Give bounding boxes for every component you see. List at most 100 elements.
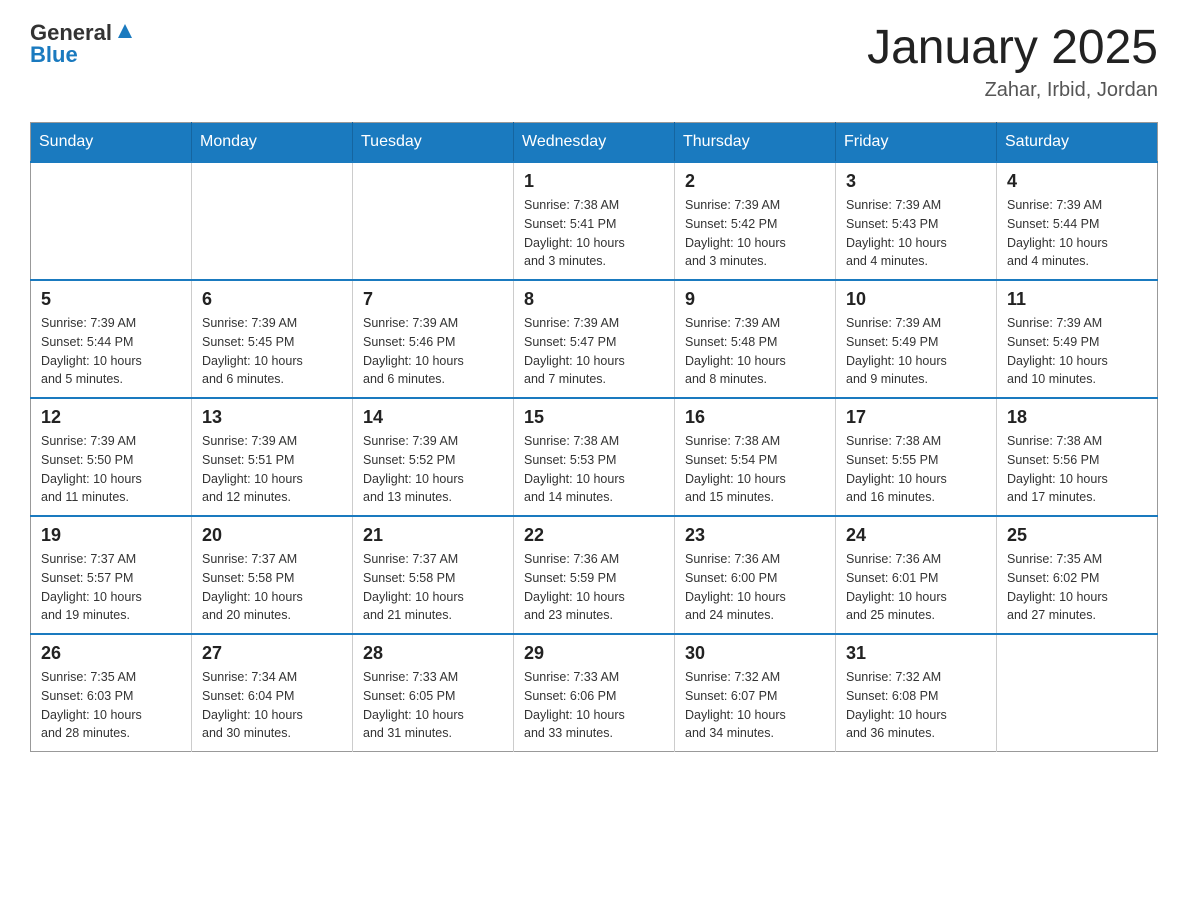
day-cell: 2 Sunrise: 7:39 AM Sunset: 5:42 PM Daylig… [675,162,836,280]
day-cell: 15 Sunrise: 7:38 AM Sunset: 5:53 PM Dayli… [514,398,675,516]
calendar-table: SundayMondayTuesdayWednesdayThursdayFrid… [30,122,1158,752]
day-info: Sunrise: 7:38 AM Sunset: 5:56 PM Dayligh… [1007,432,1147,507]
day-info: Sunrise: 7:39 AM Sunset: 5:45 PM Dayligh… [202,314,342,389]
day-cell: 25Sunrise: 7:35 AM Sunset: 6:02 PM Dayli… [997,516,1158,634]
day-number: 13 [202,407,342,428]
day-number: 23 [685,525,825,546]
day-cell: 29Sunrise: 7:33 AM Sunset: 6:06 PM Dayli… [514,634,675,752]
day-cell: 13 Sunrise: 7:39 AM Sunset: 5:51 PM Dayli… [192,398,353,516]
header-cell-monday: Monday [192,123,353,163]
day-cell: 30Sunrise: 7:32 AM Sunset: 6:07 PM Dayli… [675,634,836,752]
week-row-3: 12 Sunrise: 7:39 AM Sunset: 5:50 PM Dayli… [31,398,1158,516]
day-info: Sunrise: 7:39 AM Sunset: 5:42 PM Dayligh… [685,196,825,271]
logo: General Blue [30,20,136,68]
day-info: Sunrise: 7:38 AM Sunset: 5:54 PM Dayligh… [685,432,825,507]
day-number: 26 [41,643,181,664]
day-cell: 10 Sunrise: 7:39 AM Sunset: 5:49 PM Dayli… [836,280,997,398]
day-number: 12 [41,407,181,428]
page-header: General Blue January 2025 Zahar, Irbid, … [30,20,1158,102]
week-row-1: 1 Sunrise: 7:38 AM Sunset: 5:41 PM Daylig… [31,162,1158,280]
day-cell: 23 Sunrise: 7:36 AM Sunset: 6:00 PM Dayli… [675,516,836,634]
day-info: Sunrise: 7:39 AM Sunset: 5:43 PM Dayligh… [846,196,986,271]
day-cell: 4Sunrise: 7:39 AM Sunset: 5:44 PM Daylig… [997,162,1158,280]
day-info: Sunrise: 7:39 AM Sunset: 5:52 PM Dayligh… [363,432,503,507]
day-info: Sunrise: 7:39 AM Sunset: 5:47 PM Dayligh… [524,314,664,389]
day-cell: 12 Sunrise: 7:39 AM Sunset: 5:50 PM Dayli… [31,398,192,516]
day-info: Sunrise: 7:39 AM Sunset: 5:50 PM Dayligh… [41,432,181,507]
day-number: 27 [202,643,342,664]
header-cell-wednesday: Wednesday [514,123,675,163]
day-number: 3 [846,171,986,192]
day-info: Sunrise: 7:34 AM Sunset: 6:04 PM Dayligh… [202,668,342,743]
day-info: Sunrise: 7:39 AM Sunset: 5:51 PM Dayligh… [202,432,342,507]
day-cell: 18Sunrise: 7:38 AM Sunset: 5:56 PM Dayli… [997,398,1158,516]
day-number: 25 [1007,525,1147,546]
day-info: Sunrise: 7:37 AM Sunset: 5:58 PM Dayligh… [202,550,342,625]
day-number: 14 [363,407,503,428]
day-number: 9 [685,289,825,310]
day-info: Sunrise: 7:39 AM Sunset: 5:44 PM Dayligh… [1007,196,1147,271]
day-info: Sunrise: 7:38 AM Sunset: 5:53 PM Dayligh… [524,432,664,507]
day-cell [353,162,514,280]
day-cell: 20Sunrise: 7:37 AM Sunset: 5:58 PM Dayli… [192,516,353,634]
day-number: 10 [846,289,986,310]
day-cell: 9 Sunrise: 7:39 AM Sunset: 5:48 PM Daylig… [675,280,836,398]
day-cell: 3 Sunrise: 7:39 AM Sunset: 5:43 PM Daylig… [836,162,997,280]
day-info: Sunrise: 7:36 AM Sunset: 6:00 PM Dayligh… [685,550,825,625]
day-info: Sunrise: 7:36 AM Sunset: 5:59 PM Dayligh… [524,550,664,625]
day-info: Sunrise: 7:39 AM Sunset: 5:48 PM Dayligh… [685,314,825,389]
day-cell [31,162,192,280]
header-cell-sunday: Sunday [31,123,192,163]
day-number: 11 [1007,289,1147,310]
day-cell: 7Sunrise: 7:39 AM Sunset: 5:46 PM Daylig… [353,280,514,398]
day-info: Sunrise: 7:39 AM Sunset: 5:49 PM Dayligh… [1007,314,1147,389]
header-cell-thursday: Thursday [675,123,836,163]
day-info: Sunrise: 7:38 AM Sunset: 5:41 PM Dayligh… [524,196,664,271]
day-number: 7 [363,289,503,310]
day-number: 6 [202,289,342,310]
day-cell: 11 Sunrise: 7:39 AM Sunset: 5:49 PM Dayli… [997,280,1158,398]
day-number: 8 [524,289,664,310]
calendar-header: SundayMondayTuesdayWednesdayThursdayFrid… [31,123,1158,163]
day-cell: 31Sunrise: 7:32 AM Sunset: 6:08 PM Dayli… [836,634,997,752]
day-number: 2 [685,171,825,192]
day-cell: 14 Sunrise: 7:39 AM Sunset: 5:52 PM Dayli… [353,398,514,516]
week-row-5: 26 Sunrise: 7:35 AM Sunset: 6:03 PM Dayli… [31,634,1158,752]
week-row-2: 5 Sunrise: 7:39 AM Sunset: 5:44 PM Daylig… [31,280,1158,398]
header-cell-saturday: Saturday [997,123,1158,163]
calendar-body: 1 Sunrise: 7:38 AM Sunset: 5:41 PM Daylig… [31,162,1158,752]
week-row-4: 19 Sunrise: 7:37 AM Sunset: 5:57 PM Dayli… [31,516,1158,634]
day-cell [997,634,1158,752]
day-number: 31 [846,643,986,664]
day-info: Sunrise: 7:37 AM Sunset: 5:57 PM Dayligh… [41,550,181,625]
day-number: 1 [524,171,664,192]
day-cell: 22 Sunrise: 7:36 AM Sunset: 5:59 PM Dayli… [514,516,675,634]
day-number: 19 [41,525,181,546]
day-info: Sunrise: 7:35 AM Sunset: 6:03 PM Dayligh… [41,668,181,743]
day-info: Sunrise: 7:38 AM Sunset: 5:55 PM Dayligh… [846,432,986,507]
day-info: Sunrise: 7:39 AM Sunset: 5:44 PM Dayligh… [41,314,181,389]
day-cell: 8 Sunrise: 7:39 AM Sunset: 5:47 PM Daylig… [514,280,675,398]
day-cell: 21Sunrise: 7:37 AM Sunset: 5:58 PM Dayli… [353,516,514,634]
day-cell: 26 Sunrise: 7:35 AM Sunset: 6:03 PM Dayli… [31,634,192,752]
day-number: 5 [41,289,181,310]
day-cell: 17 Sunrise: 7:38 AM Sunset: 5:55 PM Dayli… [836,398,997,516]
day-number: 15 [524,407,664,428]
day-cell: 1 Sunrise: 7:38 AM Sunset: 5:41 PM Daylig… [514,162,675,280]
header-cell-tuesday: Tuesday [353,123,514,163]
day-number: 24 [846,525,986,546]
calendar-subtitle: Zahar, Irbid, Jordan [867,79,1158,102]
day-number: 16 [685,407,825,428]
day-number: 22 [524,525,664,546]
calendar-title: January 2025 [867,20,1158,75]
day-number: 17 [846,407,986,428]
day-cell: 16 Sunrise: 7:38 AM Sunset: 5:54 PM Dayli… [675,398,836,516]
logo-blue: Blue [30,42,78,68]
day-info: Sunrise: 7:36 AM Sunset: 6:01 PM Dayligh… [846,550,986,625]
day-info: Sunrise: 7:39 AM Sunset: 5:49 PM Dayligh… [846,314,986,389]
title-block: January 2025 Zahar, Irbid, Jordan [867,20,1158,102]
day-info: Sunrise: 7:33 AM Sunset: 6:05 PM Dayligh… [363,668,503,743]
header-row: SundayMondayTuesdayWednesdayThursdayFrid… [31,123,1158,163]
day-cell: 5 Sunrise: 7:39 AM Sunset: 5:44 PM Daylig… [31,280,192,398]
day-cell: 27 Sunrise: 7:34 AM Sunset: 6:04 PM Dayli… [192,634,353,752]
